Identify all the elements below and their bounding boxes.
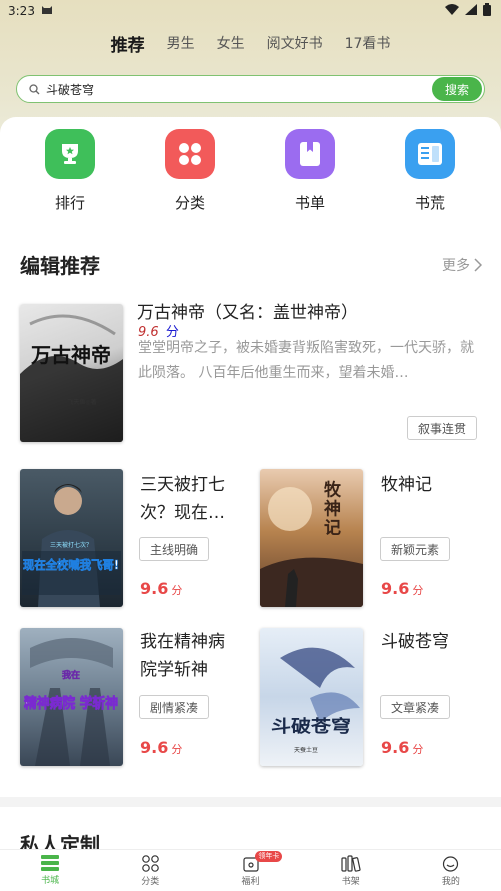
score-value: 9.6 (140, 579, 169, 598)
tab-male[interactable]: 男生 (156, 33, 206, 53)
chevron-right-icon (474, 257, 482, 272)
book-title-2[interactable]: 牧神记 (381, 471, 432, 499)
bottom-navigation: 书城 分类 领年卡 福利 书架 我的 (0, 849, 501, 891)
grid-icon (165, 129, 215, 179)
quick-link-booklist[interactable]: 书单 (250, 129, 370, 213)
tab-female[interactable]: 女生 (206, 33, 256, 53)
score-unit: 分 (171, 584, 183, 597)
signal-icon (465, 4, 477, 18)
cover-1-sub: 三天被打七次？ (50, 541, 92, 549)
search-input[interactable]: 斗破苍穹 (46, 81, 432, 98)
book-tag-3: 剧情紧凑 (139, 695, 210, 719)
bookstore-icon (41, 855, 60, 871)
featured-tag: 叙事连贯 (407, 416, 478, 440)
profile-icon (443, 856, 459, 872)
trophy-icon (45, 129, 95, 179)
cover-2-title: 牧神记 (320, 479, 341, 537)
book-tag-2: 新颖元素 (380, 537, 451, 561)
nav-bookshelf[interactable]: 书架 (301, 850, 401, 891)
main-content: 排行 分类 书单 书荒 编辑推荐 更多 万古神帝 飞天鱼◎著 万古神帝（又名：盖… (0, 117, 501, 857)
score-unit: 分 (171, 743, 183, 756)
quick-link-label: 排行 (54, 194, 85, 212)
quick-link-ranking[interactable]: 排行 (10, 129, 130, 213)
status-bar: 3:23 (0, 0, 501, 22)
nav-label: 书架 (341, 877, 360, 887)
section-title: 编辑推荐 (20, 254, 100, 278)
wifi-icon (445, 4, 459, 18)
score-unit: 分 (412, 743, 424, 756)
welfare-badge: 领年卡 (255, 851, 283, 862)
book-cover-1[interactable]: 三天被打七次？ 现在全校喊我飞哥! (20, 469, 123, 607)
cover-3-title: 精神病院 学斩神 (24, 695, 118, 712)
tab-yuewen[interactable]: 阅文好书 (256, 33, 334, 53)
nav-label: 分类 (141, 877, 160, 887)
nav-profile[interactable]: 我的 (401, 850, 501, 891)
score-value: 9.6 (381, 738, 410, 757)
section-divider (0, 797, 501, 807)
nav-label: 我的 (441, 877, 460, 887)
cover-4-title: 斗破苍穹 (271, 716, 351, 737)
search-button[interactable]: 搜索 (432, 77, 482, 101)
book-title-3[interactable]: 我在精神病院学斩神 (140, 628, 240, 684)
quick-link-label: 分类 (174, 194, 205, 212)
nav-label: 福利 (241, 877, 260, 887)
more-link[interactable]: 更多 (442, 255, 482, 275)
book-tag-4: 文章紧凑 (380, 695, 451, 719)
status-time: 3:23 (8, 4, 35, 18)
quick-link-category[interactable]: 分类 (130, 129, 250, 213)
tab-recommend[interactable]: 推荐 (100, 31, 156, 56)
quick-links: 排行 分类 书单 书荒 (0, 129, 501, 213)
book-icon (405, 129, 455, 179)
bookmark-icon (285, 129, 335, 179)
nav-category[interactable]: 分类 (100, 850, 200, 891)
tab-17kan[interactable]: 17看书 (334, 33, 402, 53)
book-cover-2[interactable]: 牧神记 (260, 469, 363, 607)
bookshelf-icon (341, 855, 361, 872)
category-icon (141, 855, 159, 872)
cover-3-sub: 我在 (62, 669, 80, 681)
book-tag-1: 主线明确 (139, 537, 210, 561)
battery-icon (483, 3, 491, 19)
featured-description: 堂堂明帝之子，被未婚妻背叛陷害致死，一代天骄，就此陨落。 八百年后他重生而来，望… (138, 340, 474, 381)
cat-notification-icon (41, 4, 53, 18)
book-cover-3[interactable]: 我在 精神病院 学斩神 (20, 628, 123, 766)
cover-4-author: 天蚕土豆 (294, 746, 318, 754)
nav-welfare[interactable]: 领年卡 福利 (200, 850, 300, 891)
nav-bookstore[interactable]: 书城 (0, 850, 100, 891)
book-score-4: 9.6 分 (381, 738, 423, 757)
book-cover-4[interactable]: 斗破苍穹 天蚕土豆 (260, 628, 363, 766)
score-unit: 分 (412, 584, 424, 597)
featured-cover-title: 万古神帝 (30, 343, 111, 367)
quick-link-book-shortage[interactable]: 书荒 (370, 129, 490, 213)
nav-label: 书城 (41, 876, 60, 886)
book-title-4[interactable]: 斗破苍穹 (381, 628, 449, 656)
more-label: 更多 (442, 257, 470, 274)
book-score-2: 9.6 分 (381, 579, 423, 598)
search-icon (29, 80, 40, 99)
search-bar[interactable]: 斗破苍穹 搜索 (16, 75, 485, 103)
book-title-1[interactable]: 三天被打七次？现在… (140, 471, 240, 527)
quick-link-label: 书荒 (414, 194, 445, 212)
score-value: 9.6 (381, 579, 410, 598)
book-score-1: 9.6 分 (140, 579, 182, 598)
cover-1-title: 现在全校喊我飞哥! (23, 557, 119, 572)
editor-picks-header: 编辑推荐 更多 (20, 250, 482, 279)
score-value: 9.6 (140, 738, 169, 757)
category-tabs: 推荐 男生 女生 阅文好书 17看书 (0, 28, 501, 58)
featured-cover-author: 飞天鱼◎著 (67, 398, 96, 406)
quick-link-label: 书单 (294, 194, 325, 212)
book-score-3: 9.6 分 (140, 738, 182, 757)
featured-book-cover[interactable]: 万古神帝 飞天鱼◎著 (20, 304, 123, 442)
